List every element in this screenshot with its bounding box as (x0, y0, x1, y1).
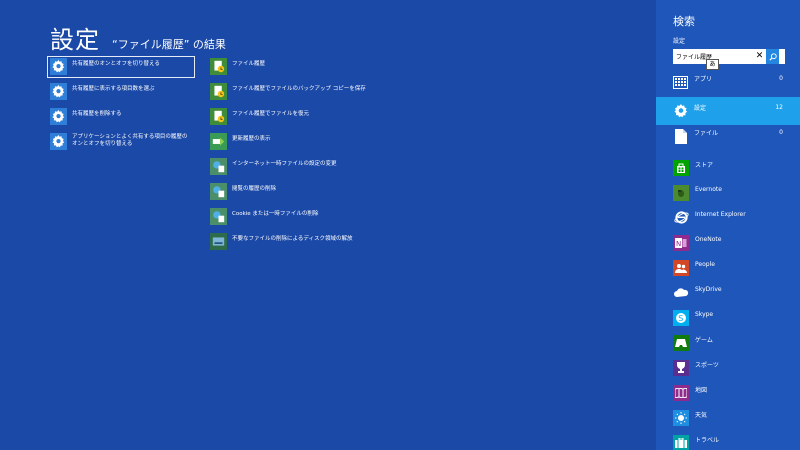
app-skydrive[interactable]: SkyDrive (656, 280, 800, 305)
app-label: 地図 (695, 387, 708, 394)
scope-count: 12 (775, 104, 783, 111)
scope-label: 設定 (694, 105, 707, 112)
scope-files[interactable]: ファイル 0 (656, 122, 800, 150)
gear-icon (50, 133, 67, 150)
gear-icon (50, 108, 67, 125)
update-history-icon (210, 133, 227, 150)
result-delete-browsing-history[interactable]: 閲覧の履歴の削除 (207, 181, 447, 204)
result-label: Cookie または一時ファイルの削除 (232, 211, 319, 217)
result-label: ファイル履歴 (232, 61, 266, 67)
app-label: ストア (695, 162, 714, 169)
app-label: SkyDrive (695, 286, 722, 293)
results-column-left: 共有履歴のオンとオフを切り替える 共有履歴に表示する項目数を選ぶ 共有履歴を削除… (47, 56, 195, 164)
scope-count: 0 (779, 129, 783, 136)
result-view-update-history[interactable]: 更新履歴の表示 (207, 131, 447, 154)
file-history-icon (210, 108, 227, 125)
apps-list: ストア Evernote Internet Explorer N OneNote… (656, 155, 800, 450)
result-label: 更新履歴の表示 (232, 136, 271, 142)
app-label: ゲーム (695, 337, 713, 344)
internet-explorer-icon (673, 210, 689, 226)
people-icon (673, 259, 689, 276)
app-label: 天気 (695, 412, 708, 419)
result-label: ファイル履歴でファイルを復元 (232, 111, 310, 117)
settings-gear-icon (673, 103, 688, 119)
result-toggle-share-history[interactable]: 共有履歴のオンとオフを切り替える (47, 56, 195, 78)
svg-text:S: S (678, 314, 683, 323)
app-weather[interactable]: 天気 (656, 405, 800, 430)
disk-cleanup-icon (210, 233, 227, 250)
weather-icon (673, 409, 689, 426)
apps-icon (673, 74, 688, 90)
result-delete-cookies[interactable]: Cookie または一時ファイルの削除 (207, 206, 447, 229)
search-scope-label: 設定 (673, 38, 686, 45)
evernote-icon (673, 184, 689, 201)
results-column-right: ファイル履歴 ファイル履歴でファイルのバックアップ コピーを保存 ファイル履歴で… (207, 56, 447, 256)
app-internet-explorer[interactable]: Internet Explorer (656, 205, 800, 230)
app-maps[interactable]: 地図 (656, 380, 800, 405)
travel-icon (673, 434, 689, 450)
app-label: OneNote (695, 236, 722, 243)
internet-settings-icon (210, 158, 227, 175)
scope-apps[interactable]: アプリ 0 (656, 68, 800, 96)
app-evernote[interactable]: Evernote (656, 180, 800, 205)
gear-icon (50, 58, 67, 75)
internet-settings-icon (210, 208, 227, 225)
search-box: ✕ (673, 49, 785, 64)
app-label: スポーツ (695, 362, 719, 369)
result-label: ファイル履歴でファイルのバックアップ コピーを保存 (232, 86, 366, 92)
result-file-history[interactable]: ファイル履歴 (207, 56, 447, 79)
file-history-icon (210, 58, 227, 75)
skype-icon: S (673, 309, 689, 326)
app-label: Skype (695, 311, 714, 318)
app-onenote[interactable]: N OneNote (656, 230, 800, 255)
result-label: アプリケーションとよく共有する項目の履歴のオンとオフを切り替える (72, 134, 188, 147)
games-icon (673, 334, 689, 351)
result-label: インターネット一時ファイルの設定の変更 (232, 161, 337, 167)
app-label: Internet Explorer (695, 211, 746, 218)
onenote-icon: N (673, 234, 689, 251)
app-people[interactable]: People (656, 255, 800, 280)
result-file-history-backup[interactable]: ファイル履歴でファイルのバックアップ コピーを保存 (207, 81, 447, 104)
result-file-history-restore[interactable]: ファイル履歴でファイルを復元 (207, 106, 447, 129)
file-icon (673, 128, 688, 144)
internet-settings-icon (210, 183, 227, 200)
result-label: 閲覧の履歴の削除 (232, 186, 277, 192)
maps-icon (673, 384, 689, 401)
store-icon (673, 159, 689, 176)
app-label: People (695, 261, 715, 268)
sports-icon (673, 359, 689, 376)
result-label: 不要なファイルの削除によるディスク領域の解放 (232, 236, 353, 242)
svg-text:N: N (676, 240, 681, 248)
search-icon[interactable] (766, 49, 779, 64)
page-title: 設定 (50, 26, 100, 54)
search-results-pane: 設定 “ファイル履歴” の結果 共有履歴のオンとオフを切り替える 共有履歴に表示… (0, 0, 656, 450)
clear-icon[interactable]: ✕ (753, 49, 766, 64)
result-app-share-history-toggle[interactable]: アプリケーションとよく共有する項目の履歴のオンとオフを切り替える (47, 131, 195, 161)
scope-label: ファイル (694, 130, 719, 137)
scope-label: アプリ (694, 76, 713, 83)
app-label: Evernote (695, 186, 722, 193)
result-label: 共有履歴のオンとオフを切り替える (72, 61, 160, 67)
app-travel[interactable]: トラベル (656, 430, 800, 450)
scope-settings[interactable]: 設定 12 (656, 97, 800, 125)
result-label: 共有履歴を削除する (72, 111, 122, 117)
app-games[interactable]: ゲーム (656, 330, 800, 355)
search-charm-pane: 検索 設定 ✕ あ アプリ 0 設定 12 ファイル 0 ストア (656, 0, 800, 450)
scope-count: 0 (779, 75, 783, 82)
results-header: 設定 “ファイル履歴” の結果 (50, 20, 226, 55)
result-disk-cleanup[interactable]: 不要なファイルの削除によるディスク領域の解放 (207, 231, 447, 254)
result-label: 共有履歴に表示する項目数を選ぶ (72, 86, 155, 92)
result-share-history-count[interactable]: 共有履歴に表示する項目数を選ぶ (47, 81, 195, 103)
gear-icon (50, 83, 67, 100)
result-temp-internet-settings[interactable]: インターネット一時ファイルの設定の変更 (207, 156, 447, 179)
results-query-subtitle: “ファイル履歴” の結果 (112, 38, 226, 51)
file-history-icon (210, 83, 227, 100)
app-sports[interactable]: スポーツ (656, 355, 800, 380)
app-label: トラベル (695, 437, 720, 444)
skydrive-icon (673, 285, 689, 301)
search-charm-title: 検索 (673, 15, 695, 28)
app-store[interactable]: ストア (656, 155, 800, 180)
app-skype[interactable]: S Skype (656, 305, 800, 330)
result-delete-share-history[interactable]: 共有履歴を削除する (47, 106, 195, 128)
